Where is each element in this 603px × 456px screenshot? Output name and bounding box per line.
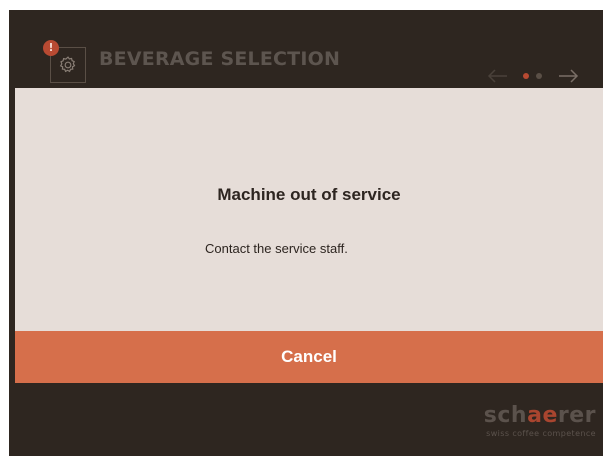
- brand-logo: schaerer swiss coffee competence: [476, 404, 596, 439]
- brand-name: schaerer: [476, 404, 596, 428]
- brand-name-part1: sch: [483, 403, 528, 428]
- page-title: BEVERAGE SELECTION: [99, 48, 341, 70]
- arrow-left-icon[interactable]: [487, 69, 507, 83]
- dialog-title: Machine out of service: [217, 185, 401, 204]
- dialog-message: Contact the service staff.: [205, 241, 348, 256]
- brand-name-part2: rer: [557, 403, 596, 428]
- page-navigation: [487, 69, 579, 83]
- brand-tagline: swiss coffee competence: [486, 429, 596, 438]
- machine-screen: ! BEVERAGE SELECTION Machine out of serv…: [9, 10, 603, 456]
- brand-name-accent: ae: [527, 403, 558, 428]
- service-dialog: Machine out of service Contact the servi…: [15, 88, 603, 383]
- alert-badge: !: [43, 40, 59, 56]
- page-dot-active[interactable]: [523, 73, 529, 79]
- gear-icon: [59, 56, 76, 73]
- arrow-right-icon[interactable]: [559, 69, 579, 83]
- page-dot[interactable]: [536, 73, 542, 79]
- cancel-button[interactable]: Cancel: [15, 331, 603, 383]
